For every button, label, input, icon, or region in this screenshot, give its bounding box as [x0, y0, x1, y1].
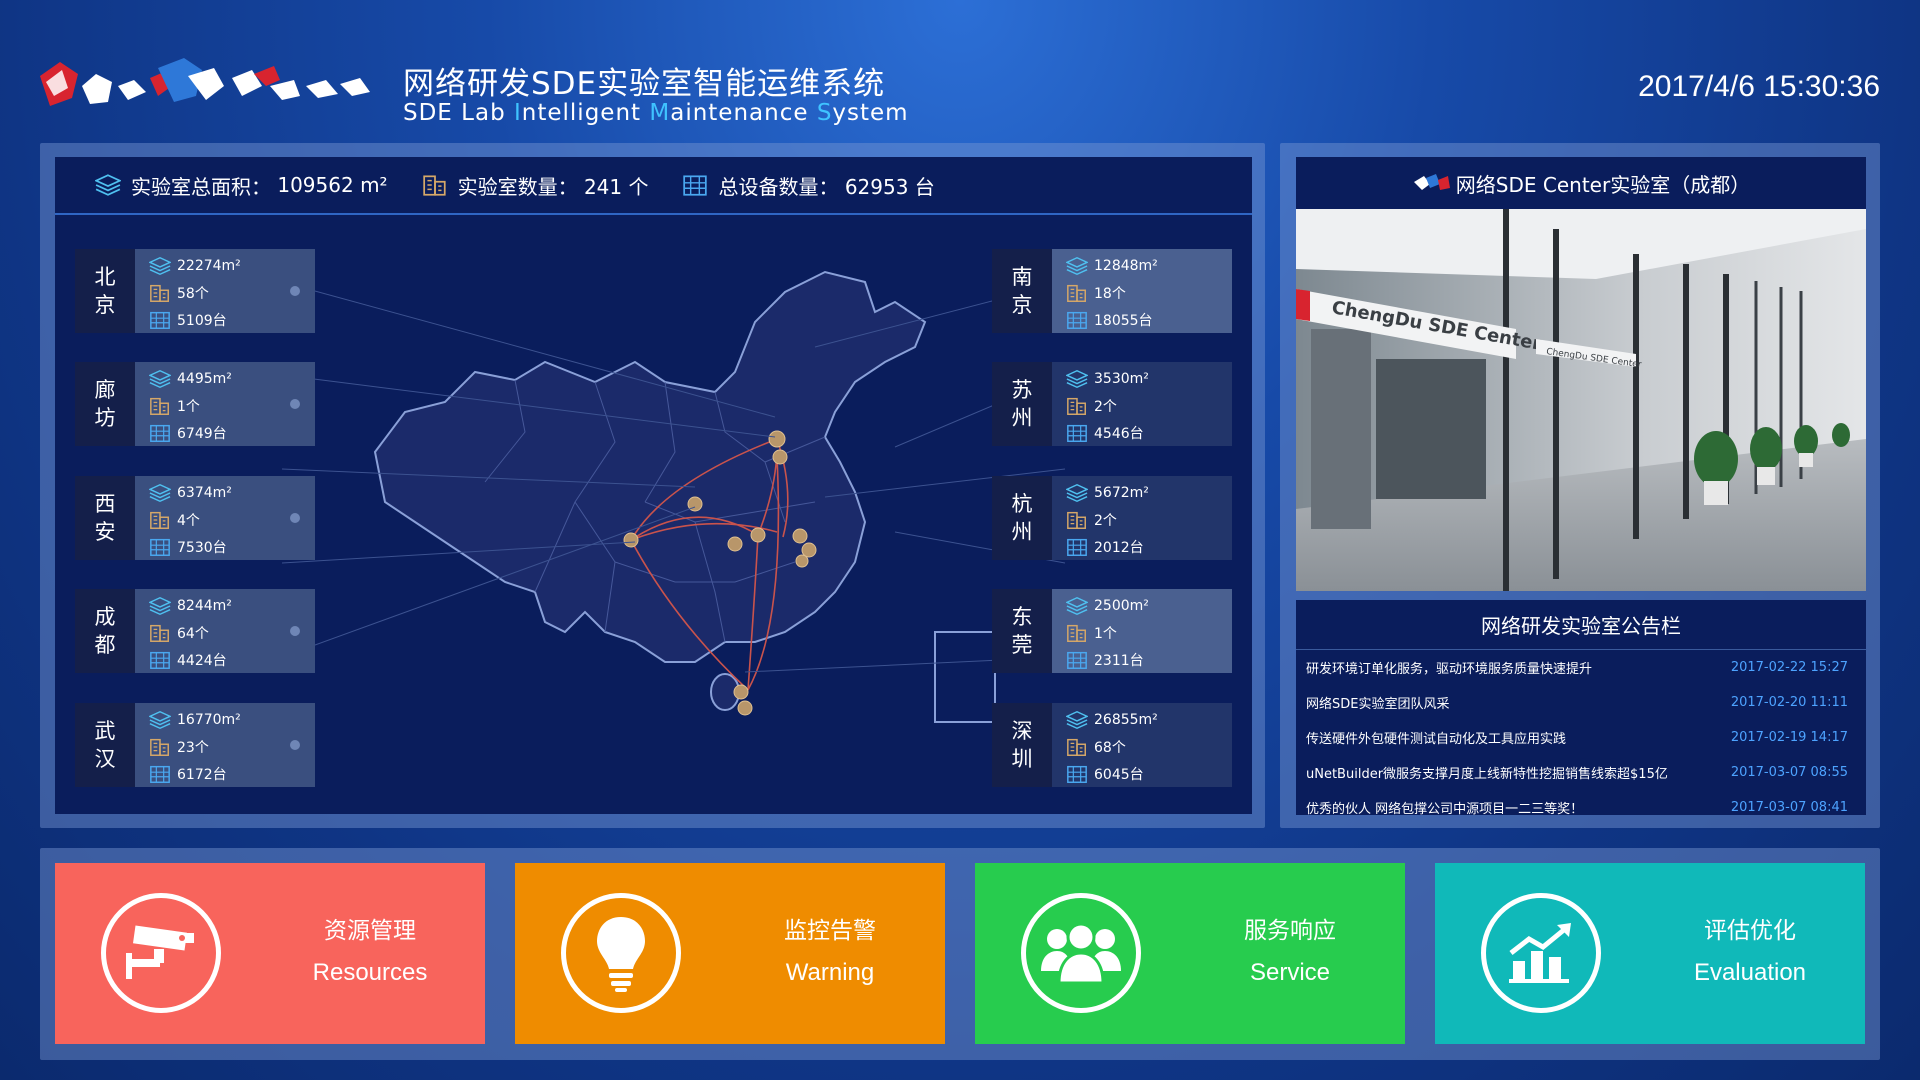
users-icon	[1021, 893, 1141, 1013]
tile-label-en: Evaluation	[1693, 959, 1807, 986]
city-card-hangzhou[interactable]: 杭州 5672m² 2个 2012台	[992, 476, 1232, 560]
city-card-chengdu[interactable]: 成都 8244m² 64个 4424台	[75, 589, 315, 673]
server-icon	[1066, 764, 1088, 784]
tile-label-cn: 监控告警	[784, 918, 876, 944]
layers-icon	[149, 596, 171, 616]
notice-title: 网络研发实验室公告栏	[1296, 600, 1866, 650]
layers-icon	[149, 369, 171, 389]
building-icon	[1066, 623, 1088, 643]
logo-icon	[1413, 174, 1450, 190]
city-card-dongguan[interactable]: 东莞 2500m² 1个 2311台	[992, 589, 1232, 673]
evaluation-tile-button[interactable]: 评估优化 Evaluation	[1435, 863, 1865, 1044]
server-icon	[1066, 423, 1088, 443]
server-icon	[1066, 537, 1088, 557]
lab-header: 网络SDE Center实验室（成都）	[1296, 157, 1866, 209]
server-icon	[149, 310, 171, 330]
server-icon	[149, 423, 171, 443]
city-name: 东莞	[992, 589, 1052, 673]
city-card-langfang[interactable]: 廊坊 4495m² 1个 6749台	[75, 362, 315, 446]
city-name: 南京	[992, 249, 1052, 333]
tile-label-cn: 服务响应	[1244, 918, 1336, 944]
building-icon	[149, 623, 171, 643]
resources-tile-button[interactable]: 资源管理 Resources	[55, 863, 485, 1044]
notice-item[interactable]: 优秀的伙人 网络包撑公司中源项目一二三等奖！ 2017-03-07 08:41	[1296, 790, 1866, 815]
building-icon	[1066, 283, 1088, 303]
building-icon	[149, 283, 171, 303]
notice-board: 网络研发实验室公告栏 研发环境订单化服务，驱动环境服务质量快速提升 2017-02…	[1296, 600, 1866, 815]
tile-label-cn: 资源管理	[324, 918, 416, 944]
building-icon	[1066, 396, 1088, 416]
city-name: 西安	[75, 476, 135, 560]
tile-label-en: Service	[1249, 959, 1331, 986]
lab-photo[interactable]: ChengDu SDE Center ChengDu SDE Center	[1296, 209, 1866, 591]
server-icon	[1066, 650, 1088, 670]
layers-icon	[149, 483, 171, 503]
page-title: 网络研发SDE实验室智能运维系统	[403, 66, 886, 102]
tile-label-cn: 评估优化	[1704, 918, 1796, 944]
layers-icon	[1066, 710, 1088, 730]
city-name: 成都	[75, 589, 135, 673]
building-icon	[149, 396, 171, 416]
datetime: 2017/4/6 15:30:36	[1638, 70, 1880, 103]
city-card-nanjing[interactable]: 南京 12848m² 18个 18055台	[992, 249, 1232, 333]
warning-tile-button[interactable]: 监控告警 Warning	[515, 863, 945, 1044]
building-icon	[149, 737, 171, 757]
server-icon	[149, 650, 171, 670]
city-name: 廊坊	[75, 362, 135, 446]
tile-label-en: Resources	[312, 959, 428, 986]
lightbulb-icon	[561, 893, 681, 1013]
building-icon	[1066, 737, 1088, 757]
building-icon	[1066, 510, 1088, 530]
city-card-shenzhen[interactable]: 深圳 26855m² 68个 6045台	[992, 703, 1232, 787]
service-tile-button[interactable]: 服务响应 Service	[975, 863, 1405, 1044]
city-name: 北京	[75, 249, 135, 333]
layers-icon	[1066, 369, 1088, 389]
header: 网络研发SDE实验室智能运维系统 SDE Lab Intelligent Mai…	[0, 0, 1920, 140]
logo-icon	[40, 58, 370, 106]
tile-label-en: Warning	[785, 959, 875, 986]
layers-icon	[1066, 596, 1088, 616]
connector-dot	[290, 626, 300, 636]
connector-dot	[290, 513, 300, 523]
server-icon	[149, 537, 171, 557]
city-card-wuhan[interactable]: 武汉 16770m² 23个 6172台	[75, 703, 315, 787]
camera-icon	[101, 893, 221, 1013]
notice-item[interactable]: 传送硬件外包硬件测试自动化及工具应用实践 2017-02-19 14:17	[1296, 720, 1866, 755]
layers-icon	[1066, 483, 1088, 503]
page-subtitle: SDE Lab Intelligent Maintenance System	[403, 100, 909, 126]
city-name: 深圳	[992, 703, 1052, 787]
city-card-beijing[interactable]: 北京 22274m² 58个 5109台	[75, 249, 315, 333]
notice-item[interactable]: 网络SDE实验室团队风采 2017-02-20 11:11	[1296, 685, 1866, 720]
server-icon	[149, 764, 171, 784]
city-name: 武汉	[75, 703, 135, 787]
city-name: 杭州	[992, 476, 1052, 560]
connector-dot	[290, 399, 300, 409]
city-name: 苏州	[992, 362, 1052, 446]
connector-dot	[290, 286, 300, 296]
notice-item[interactable]: uNetBuilder微服务支撑月度上线新特性挖掘销售线索超$15亿 2017-0…	[1296, 755, 1866, 790]
city-card-suzhou[interactable]: 苏州 3530m² 2个 4546台	[992, 362, 1232, 446]
city-card-xian[interactable]: 西安 6374m² 4个 7530台	[75, 476, 315, 560]
layers-icon	[149, 256, 171, 276]
layers-icon	[1066, 256, 1088, 276]
map-panel: 实验室总面积： 109562 m² 实验室数量： 241 个 总设备数量： 62…	[55, 157, 1252, 814]
notice-item[interactable]: 研发环境订单化服务，驱动环境服务质量快速提升 2017-02-22 15:27	[1296, 650, 1866, 685]
building-icon	[149, 510, 171, 530]
server-icon	[1066, 310, 1088, 330]
chart-icon	[1481, 893, 1601, 1013]
connector-dot	[290, 740, 300, 750]
layers-icon	[149, 710, 171, 730]
